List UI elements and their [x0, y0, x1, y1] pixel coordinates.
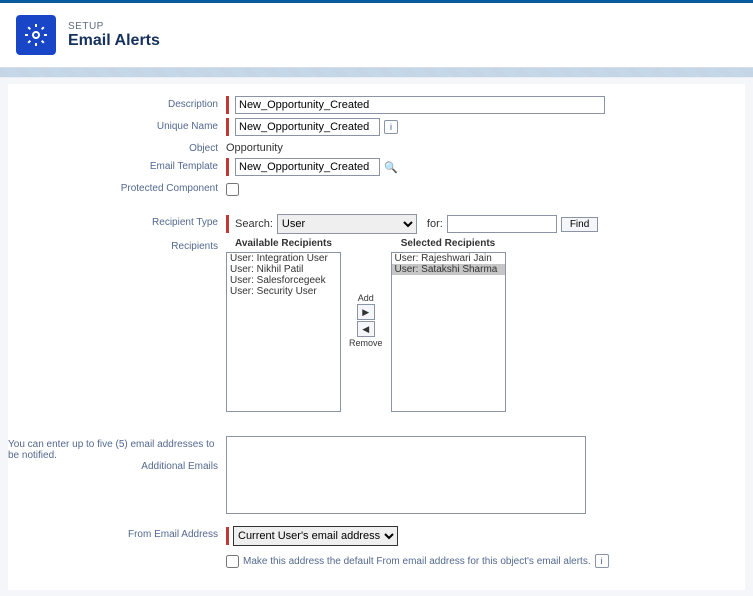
protected-component-checkbox[interactable]: [226, 183, 239, 196]
make-default-checkbox[interactable]: [226, 555, 239, 568]
gear-icon: [16, 15, 56, 55]
recipient-type-label: Recipient Type: [8, 214, 226, 228]
info-icon[interactable]: i: [595, 554, 609, 568]
find-button[interactable]: Find: [561, 217, 598, 232]
object-value: Opportunity: [226, 140, 283, 154]
lookup-icon[interactable]: 🔍: [384, 160, 398, 174]
recipient-search-input[interactable]: [447, 215, 557, 233]
for-label: for:: [427, 218, 443, 230]
info-icon[interactable]: i: [384, 120, 398, 134]
required-indicator: [226, 215, 229, 233]
recipient-type-select[interactable]: User: [277, 214, 417, 234]
required-indicator: [226, 158, 229, 176]
remove-button[interactable]: ◀: [357, 321, 375, 337]
decorative-strip: [0, 68, 753, 78]
list-item[interactable]: User: Salesforcegeek: [227, 275, 340, 286]
selected-recipients-header: Selected Recipients: [401, 238, 495, 249]
required-indicator: [226, 527, 229, 545]
object-label: Object: [8, 140, 226, 154]
required-indicator: [226, 96, 229, 114]
available-recipients-list[interactable]: User: Integration UserUser: Nikhil Patil…: [226, 252, 341, 412]
selected-recipients-list[interactable]: User: Rajeshwari JainUser: Satakshi Shar…: [391, 252, 506, 412]
from-email-select[interactable]: Current User's email address: [233, 526, 398, 546]
list-item[interactable]: User: Nikhil Patil: [227, 264, 340, 275]
description-input[interactable]: [235, 96, 605, 114]
from-email-label: From Email Address: [8, 526, 226, 540]
form-container: Description Unique Name i Object Opportu…: [8, 84, 745, 590]
unique-name-input[interactable]: [235, 118, 380, 136]
page-header: SETUP Email Alerts: [0, 3, 753, 68]
page-title: Email Alerts: [68, 32, 160, 50]
protected-component-label: Protected Component: [8, 180, 226, 194]
list-item[interactable]: User: Satakshi Sharma: [392, 264, 505, 275]
additional-emails-textarea[interactable]: [226, 436, 586, 514]
email-template-label: Email Template: [8, 158, 226, 172]
required-indicator: [226, 118, 229, 136]
add-button[interactable]: ▶: [357, 304, 375, 320]
list-item[interactable]: User: Rajeshwari Jain: [392, 253, 505, 264]
search-label: Search:: [235, 218, 273, 230]
description-label: Description: [8, 96, 226, 110]
additional-emails-hint: You can enter up to five (5) email addre…: [8, 439, 218, 461]
list-item[interactable]: User: Security User: [227, 286, 340, 297]
unique-name-label: Unique Name: [8, 118, 226, 132]
recipients-label: Recipients: [8, 238, 226, 252]
available-recipients-header: Available Recipients: [235, 238, 332, 249]
additional-emails-label: Additional Emails: [8, 461, 218, 472]
setup-breadcrumb: SETUP: [68, 21, 160, 32]
remove-label: Remove: [349, 338, 383, 348]
email-template-input[interactable]: [235, 158, 380, 176]
list-item[interactable]: User: Integration User: [227, 253, 340, 264]
add-label: Add: [358, 293, 374, 303]
make-default-label: Make this address the default From email…: [243, 556, 591, 567]
